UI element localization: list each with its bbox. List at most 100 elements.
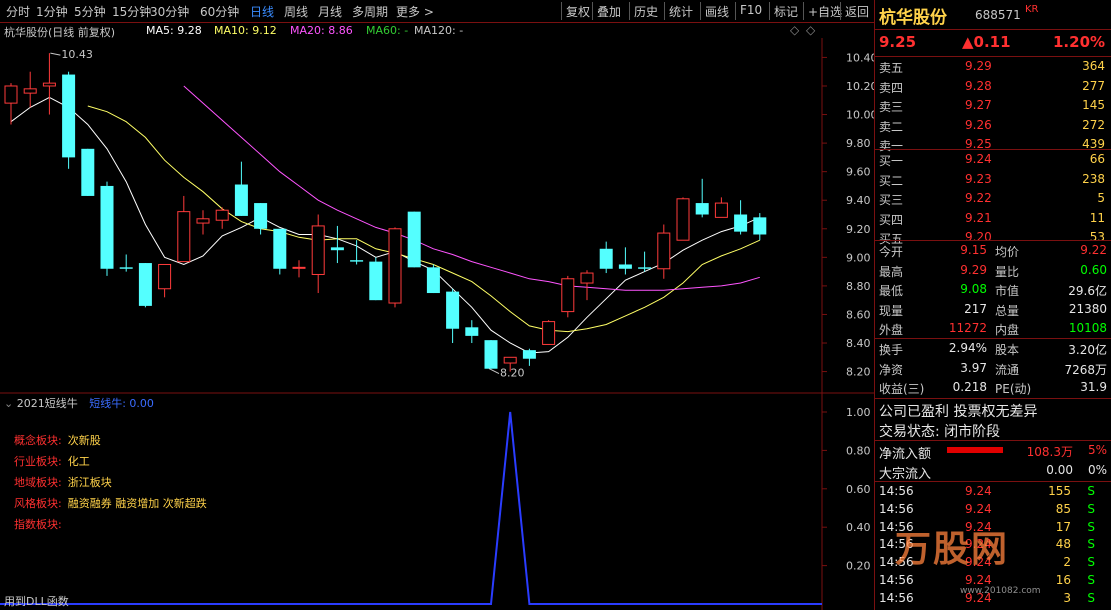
candle[interactable] [426,264,440,294]
candle[interactable] [177,195,191,263]
candle[interactable] [100,181,114,276]
toolbar-action-8[interactable]: 返回 [845,3,869,20]
toolbar-action-2[interactable]: 历史 [634,3,658,20]
tick-time: 14:56 [879,484,914,498]
period-tab-8[interactable]: 月线 [318,3,342,20]
toolbar-action-1[interactable]: 叠加 [597,3,621,20]
period-tab-9[interactable]: 多周期 [352,3,388,20]
period-tab-6[interactable]: 日线 [250,3,274,20]
orderbook-row[interactable]: 卖二 9.26 272 [879,117,1109,135]
diamond-icon[interactable]: ◇ [790,23,799,37]
orderbook-level: 卖二 [879,119,904,134]
fundamental-value: 3.97 [960,360,987,375]
stat-value: 11272 [948,321,987,335]
orderbook-price: 9.26 [965,117,992,132]
orderbook-row[interactable]: 卖三 9.27 145 [879,97,1109,115]
orderbook-price: 9.28 [965,78,992,93]
period-tab-10[interactable]: 更多 > [396,3,434,20]
candle-body [638,267,652,269]
candle[interactable] [407,211,421,268]
orderbook-row[interactable]: 买三 9.22 5 [879,190,1109,208]
candle[interactable] [484,340,498,369]
candle[interactable] [215,207,229,229]
ma10-label: MA10: 9.12 [214,24,277,37]
candle-body [81,148,95,196]
stat-label: 均价 [995,245,1020,259]
candle[interactable] [23,71,37,108]
period-tab-1[interactable]: 1分钟 [36,3,68,20]
candle[interactable] [292,260,306,278]
stock-name: 杭华股份 [879,8,947,28]
candle[interactable] [599,241,613,274]
candle[interactable] [714,197,728,218]
candle[interactable] [388,227,402,308]
orderbook-row[interactable]: 卖四 9.28 277 [879,78,1109,96]
price-tick-label: 8.20 [846,366,871,379]
candle[interactable] [618,247,632,275]
fundamental-label: 股本 [995,343,1020,357]
candle[interactable] [561,275,575,318]
candle[interactable] [369,257,383,301]
candle[interactable] [657,224,671,279]
period-tab-0[interactable]: 分时 [6,3,30,20]
candle-body [561,278,575,313]
candle[interactable] [580,270,594,301]
fundamental-value: 31.9 [1080,380,1107,394]
orderbook-row[interactable]: 卖五 9.29 364 [879,58,1109,76]
candle[interactable] [273,228,287,275]
period-tab-5[interactable]: 60分钟 [200,3,239,20]
settings-icon[interactable]: ◇ [806,23,815,37]
candle[interactable] [234,161,248,216]
candle[interactable] [196,210,210,235]
candle[interactable] [119,254,133,272]
candle[interactable] [542,320,556,345]
toolbar-action-7[interactable]: +自选 [808,3,842,20]
toolbar-action-5[interactable]: F10 [740,3,762,17]
candle-body [369,261,383,301]
orderbook-row[interactable]: 买四 9.21 11 [879,210,1109,228]
price-tick-label: 10.00 [846,109,874,122]
candle[interactable] [638,251,652,272]
toolbar-action-4[interactable]: 画线 [705,3,729,20]
candle[interactable] [42,53,56,115]
toolbar-action-3[interactable]: 统计 [669,3,693,20]
candle[interactable] [330,225,344,264]
candle[interactable] [465,320,479,344]
candle-body [311,225,325,275]
candle-body [484,340,498,369]
period-tab-4[interactable]: 30分钟 [150,3,189,20]
candle[interactable] [753,213,767,241]
candle[interactable] [62,71,76,169]
tick-time: 14:56 [879,501,914,516]
toolbar-action-0[interactable]: 复权 [566,3,590,20]
candle[interactable] [81,148,95,196]
period-tab-2[interactable]: 5分钟 [74,3,106,20]
period-tab-7[interactable]: 周线 [284,3,308,20]
candle[interactable] [158,263,172,298]
stat-label: 外盘 [879,323,904,337]
candle[interactable] [138,263,152,308]
orderbook-row[interactable]: 买二 9.23 238 [879,171,1109,189]
orderbook-price: 9.24 [965,152,992,166]
indicator-tick-label: 0.40 [846,521,871,534]
candle[interactable] [676,197,690,241]
candle-body [542,321,556,345]
fundamental-row: 换手 2.94% 股本 3.20亿 [879,340,1109,358]
candle[interactable] [734,200,748,235]
high-price-annotation: 10.43 [61,48,93,61]
stat-label: 内盘 [995,323,1020,337]
candle[interactable] [446,288,460,344]
stock-tag: KR [1025,4,1039,15]
candle[interactable] [522,348,536,366]
orderbook-row[interactable]: 买一 9.24 66 [879,151,1109,169]
period-tab-3[interactable]: 15分钟 [112,3,151,20]
stat-row: 外盘 11272 内盘 10108 [879,320,1109,338]
ma120-label: MA120: - [414,24,464,37]
candle[interactable] [695,178,709,218]
toolbar-action-6[interactable]: 标记 [774,3,798,20]
tick-volume: 85 [1055,501,1071,516]
candle[interactable] [311,214,325,294]
ma5-label: MA5: 9.28 [146,24,202,37]
tick-volume: 17 [1055,519,1071,534]
kline-chart[interactable]: 10.40 10.20 10.00 9.80 9.60 9.40 9.20 9.00 8.80 8… [0,38,874,394]
